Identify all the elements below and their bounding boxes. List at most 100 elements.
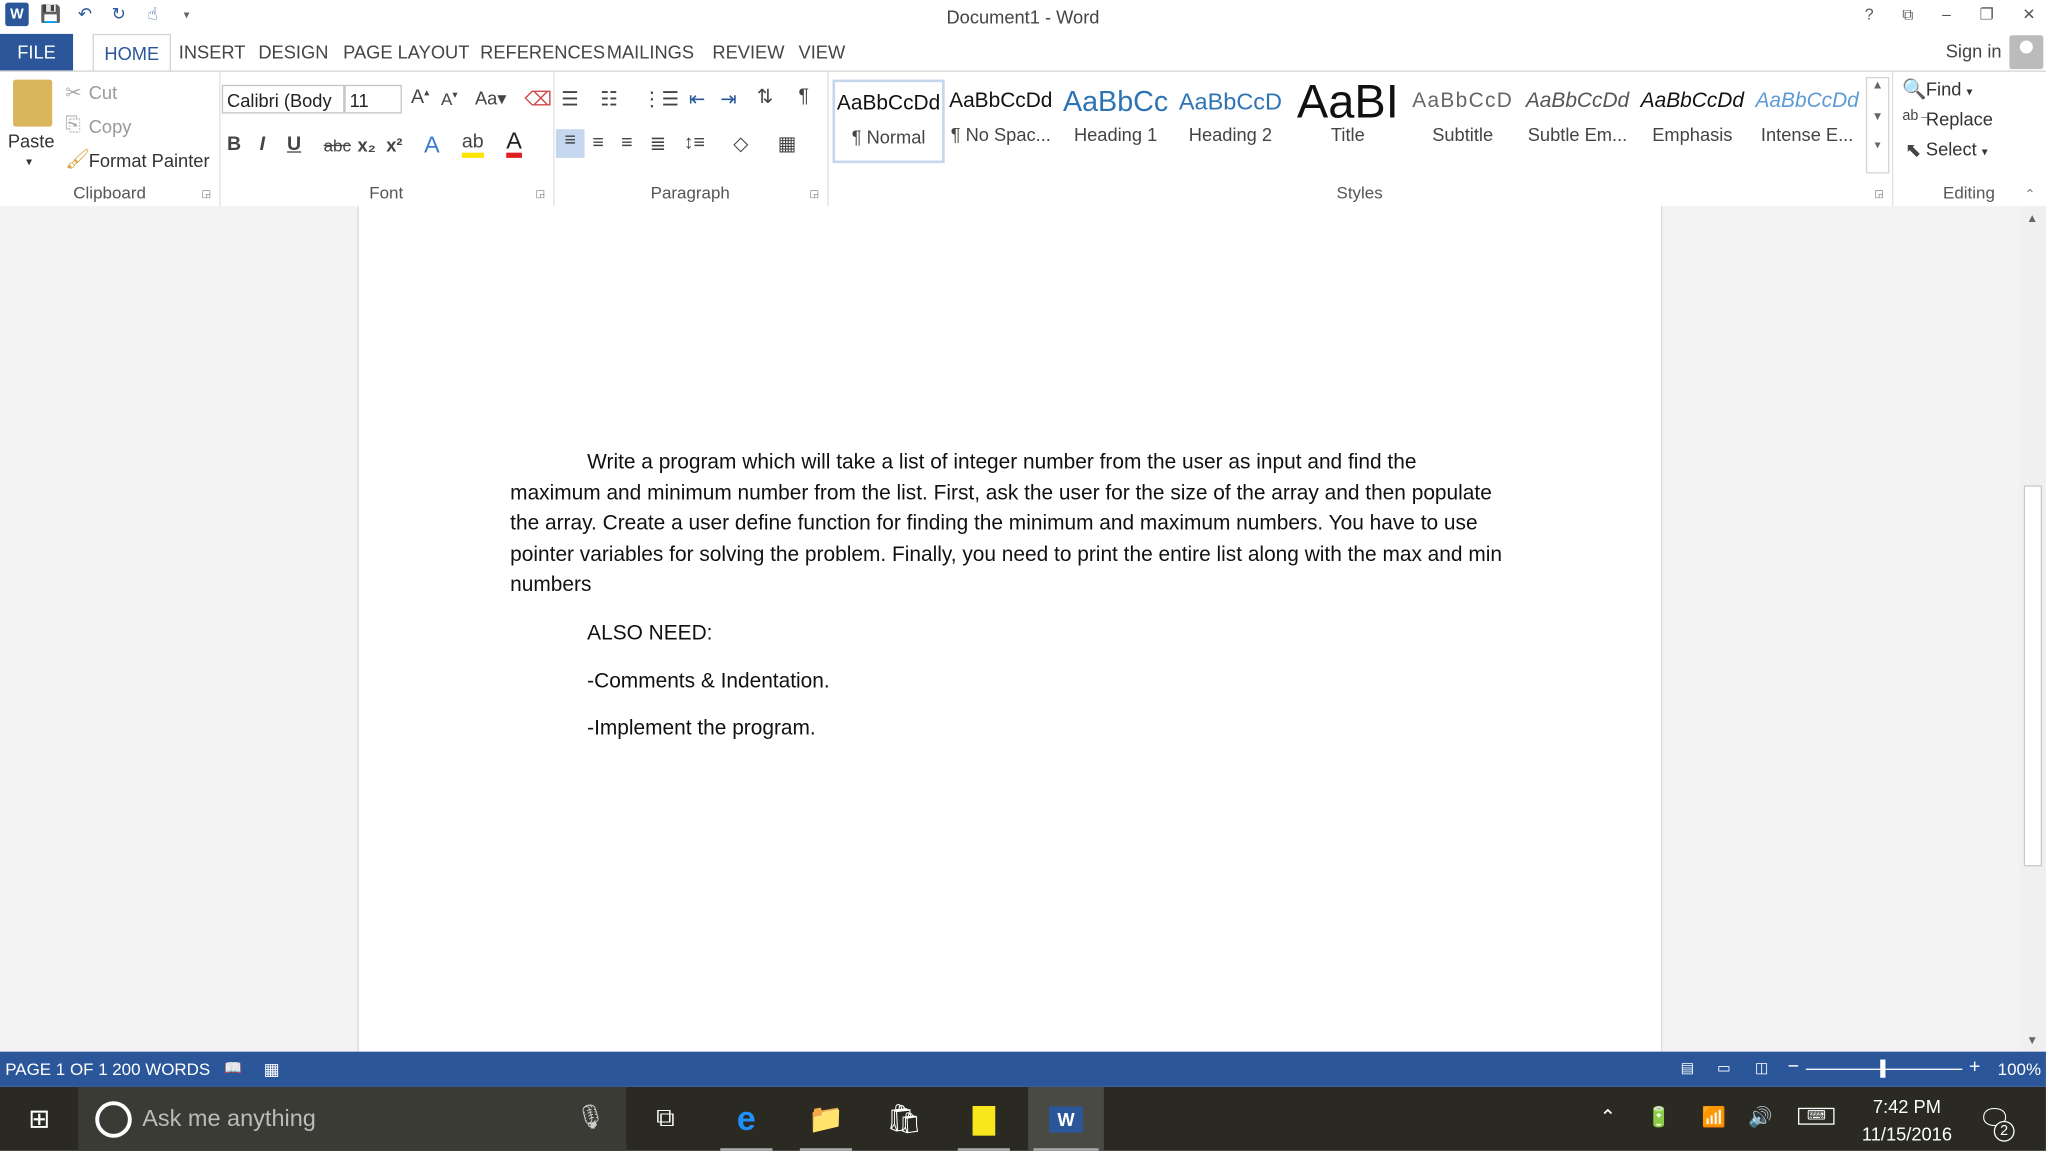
read-mode-icon[interactable]: ▤ [1681, 1059, 1695, 1077]
shrink-font-icon[interactable]: A▾ [441, 89, 458, 109]
word-count[interactable]: 200 WORDS [112, 1059, 210, 1079]
vertical-scrollbar[interactable]: ▲ ▼ [2019, 206, 2046, 1052]
taskbar-clock[interactable]: 7:42 PM 11/15/2016 [1862, 1093, 1952, 1148]
borders-icon[interactable]: ▦ [778, 132, 797, 155]
sort-icon[interactable]: ⇅ [757, 85, 773, 108]
paste-button[interactable]: Paste [8, 130, 55, 151]
restore-button[interactable]: ❐ [1980, 5, 1994, 25]
zoom-in-icon[interactable]: + [1969, 1056, 1980, 1078]
tab-review[interactable]: REVIEW [702, 34, 795, 71]
file-explorer-icon[interactable]: 📁 [795, 1087, 858, 1151]
tab-mailings[interactable]: MAILINGS [596, 34, 704, 71]
text-effects-icon[interactable]: A [424, 132, 440, 159]
tab-design[interactable]: DESIGN [248, 34, 339, 71]
replace-button[interactable]: Replace [1926, 108, 1993, 129]
close-button[interactable]: ✕ [2022, 5, 2035, 25]
copy-button[interactable]: Copy [89, 116, 132, 137]
align-right-icon[interactable]: ≡ [621, 132, 632, 154]
clipboard-launcher-icon[interactable]: ◲ [202, 188, 212, 200]
show-formatting-icon[interactable]: ¶ [799, 85, 810, 107]
tab-file[interactable]: FILE [0, 33, 74, 71]
edge-icon[interactable]: e [715, 1087, 778, 1151]
avatar[interactable] [2009, 35, 2044, 70]
style-subtle-emphasis[interactable]: AaBbCcDd Subtle Em... [1521, 80, 1633, 164]
bullets-icon[interactable]: ☰ [561, 87, 579, 111]
styles-launcher-icon[interactable]: ◲ [1874, 188, 1884, 200]
zoom-out-icon[interactable]: − [1788, 1056, 1799, 1078]
paste-dropdown-icon[interactable]: ▾ [26, 155, 32, 169]
line-spacing-icon[interactable]: ↕≡ [684, 132, 705, 154]
tab-references[interactable]: REFERENCES [470, 34, 616, 71]
show-hidden-icons-icon[interactable]: ⌃ [1600, 1105, 1616, 1128]
strikethrough-button[interactable]: abc [324, 136, 351, 156]
web-layout-icon[interactable]: ◫ [1755, 1059, 1769, 1077]
gallery-down-icon[interactable]: ▼ [1867, 110, 1888, 123]
paste-icon[interactable] [13, 79, 53, 127]
italic-button[interactable]: I [260, 133, 265, 155]
underline-button[interactable]: U [287, 133, 301, 155]
collapse-ribbon-icon[interactable]: ⌃ [2025, 188, 2036, 202]
ribbon-display-options-icon[interactable]: ⧉ [1902, 5, 1913, 25]
wifi-icon[interactable]: 📶 [1701, 1105, 1725, 1128]
cut-button[interactable]: Cut [89, 82, 117, 103]
font-size-select[interactable]: 11 [344, 84, 402, 114]
increase-indent-icon[interactable]: ⇥ [720, 87, 736, 111]
clear-formatting-icon[interactable]: ⌫ [525, 87, 553, 111]
style-intense-emphasis[interactable]: AaBbCcDd Intense E... [1751, 80, 1863, 164]
highlight-color-icon[interactable]: ab [461, 131, 484, 158]
gallery-more-icon[interactable]: ▾ [1867, 138, 1888, 152]
font-color-icon[interactable]: A [506, 129, 522, 158]
style-title[interactable]: AaBI Title [1292, 80, 1404, 164]
styles-gallery-scroll[interactable]: ▲ ▼ ▾ [1865, 76, 1890, 174]
document-page[interactable]: Write a program which will take a list o… [357, 206, 1663, 1052]
touch-keyboard-icon[interactable]: ⌨ [1798, 1107, 1836, 1125]
minimize-button[interactable]: – [1942, 5, 1951, 25]
microphone-icon[interactable]: 🎙 [576, 1104, 606, 1131]
style-normal[interactable]: AaBbCcDd ¶ Normal [832, 79, 945, 164]
help-button[interactable]: ? [1865, 5, 1874, 25]
find-button[interactable]: Find ▾ [1926, 78, 1973, 99]
windows-start-icon[interactable]: ⊞ [8, 1087, 71, 1151]
grow-font-icon[interactable]: A▴ [411, 86, 429, 108]
select-button[interactable]: Select ▾ [1926, 138, 1988, 159]
print-layout-icon[interactable]: ▭ [1717, 1059, 1731, 1077]
proofing-icon[interactable]: 📖 [224, 1059, 242, 1077]
sticky-notes-icon[interactable]: ▇ [953, 1087, 1016, 1151]
zoom-slider-thumb[interactable] [1880, 1059, 1886, 1078]
scroll-thumb[interactable] [2023, 485, 2043, 867]
align-left-icon[interactable]: ≡ [555, 129, 585, 158]
gallery-up-icon[interactable]: ▲ [1867, 78, 1888, 91]
macro-icon[interactable]: ▦ [264, 1059, 280, 1080]
change-case-button[interactable]: Aa▾ [475, 87, 507, 109]
style-no-spacing[interactable]: AaBbCcDd ¶ No Spac... [945, 80, 1057, 164]
style-emphasis[interactable]: AaBbCcDd Emphasis [1636, 80, 1748, 164]
zoom-level[interactable]: 100% [1998, 1059, 2041, 1079]
justify-icon[interactable]: ≣ [650, 132, 666, 155]
tab-view[interactable]: VIEW [788, 34, 856, 71]
shading-icon[interactable]: ◇ [733, 132, 748, 155]
word-taskbar-icon[interactable]: W [1028, 1086, 1104, 1151]
font-name-select[interactable]: Calibri (Body [221, 84, 345, 114]
decrease-indent-icon[interactable]: ⇤ [689, 87, 705, 111]
font-launcher-icon[interactable]: ◲ [536, 188, 546, 200]
store-icon[interactable]: 🛍 [873, 1087, 936, 1151]
tab-page-layout[interactable]: PAGE LAYOUT [333, 34, 480, 71]
sign-in-link[interactable]: Sign in [1946, 40, 2002, 61]
tab-home[interactable]: HOME [92, 33, 171, 72]
format-painter-button[interactable]: Format Painter [89, 150, 210, 171]
search-box[interactable]: Ask me anything 🎙 [78, 1086, 627, 1151]
style-subtitle[interactable]: AaBbCcD Subtitle [1407, 80, 1519, 164]
subscript-button[interactable]: x₂ [358, 134, 376, 155]
style-heading-2[interactable]: AaBbCcD Heading 2 [1174, 80, 1286, 164]
volume-icon[interactable]: 🔊 [1748, 1105, 1772, 1128]
numbering-icon[interactable]: ☷ [600, 87, 618, 111]
page-count[interactable]: PAGE 1 OF 1 [5, 1059, 107, 1079]
scroll-down-icon[interactable]: ▼ [2026, 1033, 2038, 1046]
battery-icon[interactable]: 🔋 [1647, 1105, 1671, 1128]
style-heading-1[interactable]: AaBbCc Heading 1 [1059, 80, 1171, 164]
scroll-up-icon[interactable]: ▲ [2026, 211, 2038, 224]
superscript-button[interactable]: x² [386, 134, 402, 155]
paragraph-launcher-icon[interactable]: ◲ [810, 188, 820, 200]
task-view-icon[interactable]: ⧉ [634, 1087, 697, 1151]
align-center-icon[interactable]: ≡ [592, 132, 603, 154]
